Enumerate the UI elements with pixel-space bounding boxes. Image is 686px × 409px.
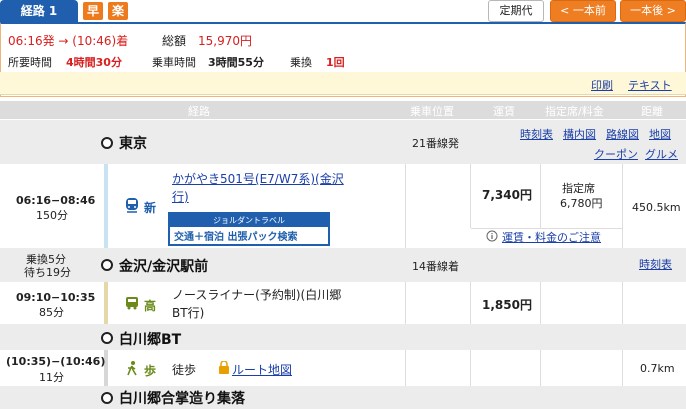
segment-row xyxy=(0,282,686,324)
bus-icon xyxy=(124,295,140,311)
divider xyxy=(622,164,623,248)
divider xyxy=(405,282,406,324)
header-route: 経路 xyxy=(188,105,210,118)
station-map-link[interactable]: 構内図 xyxy=(563,126,596,142)
header-fare: 運賃 xyxy=(493,105,515,118)
transfer-value: 1回 xyxy=(326,56,345,69)
timetable-link[interactable]: 時刻表 xyxy=(639,256,672,272)
mode-label: 新 xyxy=(144,201,157,215)
segment-time: (10:35)−(10:46) xyxy=(6,355,106,368)
easy-badge: 楽 xyxy=(108,2,128,20)
station-dot-icon xyxy=(101,137,113,149)
mode-label: 高 xyxy=(144,299,157,313)
divider xyxy=(540,350,541,386)
text-link[interactable]: テキスト xyxy=(628,77,672,93)
divider xyxy=(470,282,471,324)
bus-line: ノースライナー(予約制)(白川郷BT行) xyxy=(172,288,342,320)
divider xyxy=(622,282,623,324)
ride-value: 3時間55分 xyxy=(208,56,264,69)
segment-time: 06:16−08:46 xyxy=(16,194,96,207)
divider xyxy=(540,164,541,228)
segment-duration: 11分 xyxy=(39,371,64,384)
station-name[interactable]: 白川郷BT xyxy=(119,329,181,349)
train-link[interactable]: かがやき501号(E7/W7系)(金沢行) xyxy=(172,170,350,206)
divider xyxy=(622,350,623,386)
station-name[interactable]: 白川郷合掌造り集落 xyxy=(119,388,245,408)
station-dot-icon xyxy=(101,332,113,344)
platform: 21番線発 xyxy=(412,137,459,150)
fare-value: 1,850円 xyxy=(482,298,532,312)
distance-value: 450.5km xyxy=(632,201,681,214)
prev-train-button[interactable]: < 一本前 xyxy=(550,0,616,22)
wait-time: 待ち19分 xyxy=(24,266,71,279)
fast-badge: 早 xyxy=(83,2,103,20)
route-map-link[interactable]: 路線図 xyxy=(606,126,639,142)
next-train-button[interactable]: 一本後 > xyxy=(620,0,686,22)
time-range: 06:16発 → (10:46)着 xyxy=(8,34,129,48)
transfer-label: 乗換 xyxy=(290,56,312,69)
route-map-link[interactable]: ルート地図 xyxy=(232,361,292,378)
divider xyxy=(405,164,406,248)
mode-label: 歩 xyxy=(144,364,157,378)
reserved-value: 6,780円 xyxy=(560,197,603,210)
fare-note-link[interactable]: 運賃・料金のご注意 xyxy=(502,229,601,245)
distance-value: 0.7km xyxy=(640,362,675,375)
walk-icon xyxy=(124,360,140,376)
line-bar xyxy=(104,282,108,324)
walk-label: 徒歩 xyxy=(172,363,197,377)
tools-bar xyxy=(0,72,686,95)
route-tab[interactable]: 経路 1 xyxy=(0,0,78,22)
header-position: 乗車位置 xyxy=(410,105,454,118)
pack-bottom: 交通＋宿泊 出張パック検索 xyxy=(174,232,298,243)
divider xyxy=(405,350,406,386)
gourmet-link[interactable]: グルメ xyxy=(645,146,678,162)
info-icon xyxy=(486,230,498,242)
divider xyxy=(470,350,471,386)
lock-icon xyxy=(218,360,230,374)
print-link[interactable]: 印刷 xyxy=(591,77,613,93)
platform: 14番線着 xyxy=(412,260,459,273)
header-distance: 距離 xyxy=(641,105,663,118)
duration-value: 4時間30分 xyxy=(66,56,122,69)
station-dot-icon xyxy=(101,392,113,404)
shinkansen-icon xyxy=(124,197,140,213)
timetable-link[interactable]: 時刻表 xyxy=(520,126,553,142)
segment-duration: 150分 xyxy=(36,209,68,222)
pack-top: ジョルダントラベル xyxy=(170,214,328,227)
reserved-label: 指定席 xyxy=(562,182,595,195)
station-name[interactable]: 東京 xyxy=(119,133,147,153)
duration-label: 所要時間 xyxy=(8,56,52,69)
line-bar xyxy=(104,164,108,248)
map-link[interactable]: 地図 xyxy=(649,126,671,142)
divider xyxy=(470,164,471,228)
segment-duration: 85分 xyxy=(39,306,64,319)
travel-pack-banner[interactable]: ジョルダントラベル 交通＋宿泊 出張パック検索 xyxy=(168,212,330,246)
station-name[interactable]: 金沢/金沢駅前 xyxy=(119,256,208,276)
station-dot-icon xyxy=(101,259,113,271)
total-value: 15,970円 xyxy=(198,34,252,48)
segment-time: 09:10−10:35 xyxy=(16,291,96,304)
header-reserved: 指定席/料金 xyxy=(545,105,604,118)
fare-value: 7,340円 xyxy=(482,188,532,202)
teiki-button[interactable]: 定期代 xyxy=(488,0,544,22)
ride-label: 乗車時間 xyxy=(152,56,196,69)
total-label: 総額 xyxy=(162,34,187,48)
divider xyxy=(540,282,541,324)
table-header: 経路 乗車位置 運賃 指定席/料金 距離 xyxy=(0,101,686,119)
coupon-link[interactable]: クーポン xyxy=(594,146,638,162)
